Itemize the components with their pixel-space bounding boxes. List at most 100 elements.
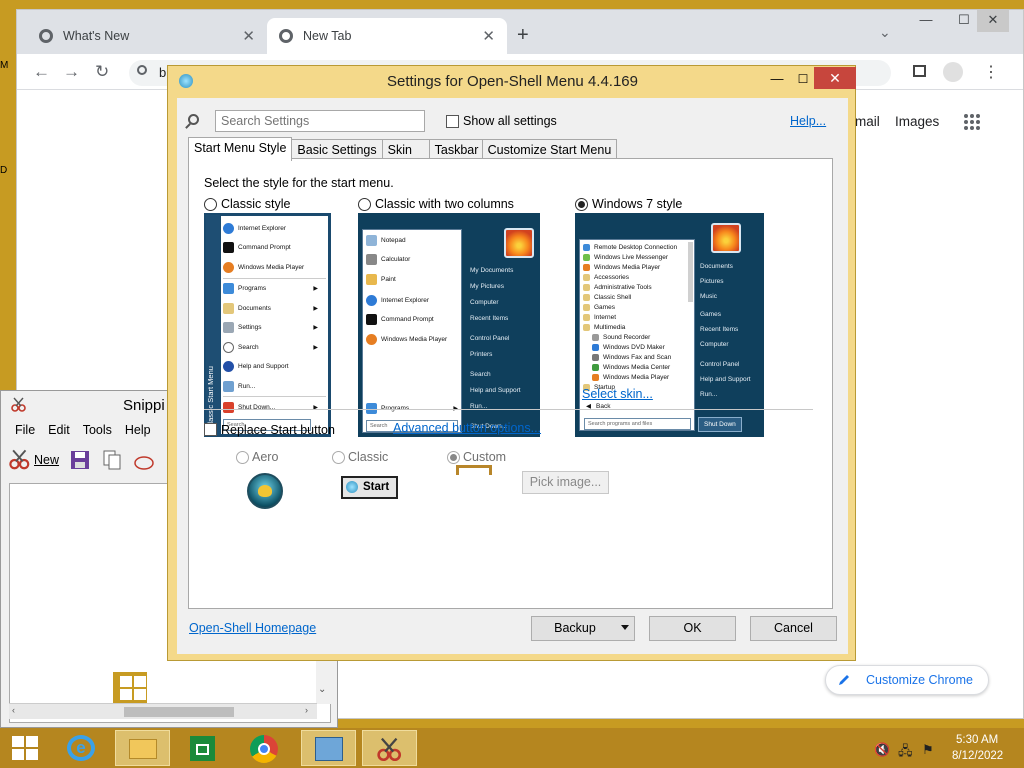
list-item: Internet	[583, 314, 616, 321]
search-icon	[188, 114, 199, 125]
forward-arrow-icon[interactable]: →	[63, 62, 80, 82]
two-col-left-list: Notepad Calculator Paint Internet Explor…	[362, 229, 462, 433]
chrome-minimize-button[interactable]: —	[909, 10, 943, 32]
menu-file[interactable]: File	[15, 423, 35, 437]
show-all-settings-checkbox[interactable]	[446, 115, 459, 128]
chrome-menu-icon[interactable]: ⋮	[983, 62, 999, 82]
tab-skin[interactable]: Skin	[381, 139, 430, 160]
taskbar: e 🔇 🖧 ⚑ 5:30 AM 8/12/2022	[0, 728, 1024, 768]
tab-taskbar[interactable]: Taskbar	[428, 139, 483, 160]
horizontal-scrollbar[interactable]: ‹ ›	[9, 703, 317, 719]
menu-tools[interactable]: Tools	[83, 423, 112, 437]
help-link[interactable]: Help...	[790, 114, 826, 128]
preview-scrollbar	[688, 242, 693, 302]
aero-start-orb-icon	[247, 473, 283, 509]
taskbar-snipping-tool[interactable]	[362, 730, 417, 766]
dialog-minimize-button[interactable]: —	[764, 68, 790, 90]
advanced-button-options-link[interactable]: Advanced button options...	[393, 421, 541, 435]
list-item: Calculator	[366, 254, 410, 265]
close-tab-icon[interactable]: ✕	[242, 27, 255, 45]
dialog-maximize-button[interactable]: ☐	[790, 68, 816, 90]
two-columns-label: Classic with two columns	[375, 197, 514, 211]
scroll-down-icon[interactable]: ⌄	[318, 684, 326, 695]
clock-date[interactable]: 8/12/2022	[952, 750, 1003, 762]
new-tab-plus-icon[interactable]: +	[517, 24, 529, 47]
taskbar-chrome[interactable]	[237, 730, 292, 766]
scroll-thumb[interactable]	[124, 707, 234, 717]
start-button-windows-icon[interactable]	[12, 736, 38, 760]
list-item: Run...	[700, 391, 718, 398]
action-center-icon[interactable]: ⚑	[922, 742, 934, 758]
list-item: Windows Live Messenger	[583, 254, 668, 261]
select-skin-link[interactable]: Select skin...	[582, 387, 653, 401]
close-tab-icon[interactable]: ✕	[482, 27, 495, 45]
new-snip-button[interactable]: New	[9, 449, 59, 471]
omnibox-search-icon	[137, 65, 147, 75]
taskbar-store[interactable]	[175, 730, 230, 766]
list-item: Notepad	[366, 235, 406, 246]
list-item: Help and Support	[700, 376, 751, 383]
menu-edit[interactable]: Edit	[48, 423, 70, 437]
backup-dropdown-caret-icon[interactable]	[621, 625, 629, 630]
tab-new-tab[interactable]: New Tab ✕	[267, 18, 507, 54]
chrome-close-button[interactable]: ✕	[977, 10, 1009, 32]
reload-icon[interactable]: ↻	[95, 62, 109, 82]
classic-button-radio[interactable]	[332, 451, 345, 464]
preview-shutdown-button: Shut Down	[698, 417, 742, 432]
dialog-close-button[interactable]: ✕	[814, 67, 856, 89]
pick-image-button[interactable]: Pick image...	[522, 471, 609, 494]
two-columns-preview[interactable]: Notepad Calculator Paint Internet Explor…	[358, 213, 540, 437]
profile-avatar-icon[interactable]	[943, 62, 963, 82]
windows7-style-preview[interactable]: Remote Desktop Connection Windows Live M…	[575, 213, 764, 437]
list-item: Help and Support	[470, 387, 521, 394]
open-shell-homepage-link[interactable]: Open-Shell Homepage	[189, 621, 316, 635]
tab-title: What's New	[63, 29, 130, 43]
ok-button[interactable]: OK	[649, 616, 736, 641]
classic-style-radio[interactable]	[204, 198, 217, 211]
two-columns-radio[interactable]	[358, 198, 371, 211]
save-icon[interactable]	[69, 449, 91, 471]
tab-whats-new[interactable]: What's New ✕	[27, 18, 267, 54]
list-item: Classic Shell	[583, 294, 631, 301]
classic-menu-list: Internet Explorer Command Prompt Windows…	[221, 216, 328, 434]
clock-time[interactable]: 5:30 AM	[956, 734, 998, 746]
taskbar-file-explorer[interactable]	[115, 730, 170, 766]
taskbar-open-shell-settings[interactable]	[301, 730, 356, 766]
tab-basic-settings[interactable]: Basic Settings	[291, 139, 383, 160]
network-icon[interactable]: 🖧	[898, 742, 913, 764]
replace-start-button-checkbox[interactable]	[204, 423, 217, 436]
back-arrow-icon[interactable]: ←	[33, 62, 50, 82]
list-item: Command Prompt	[223, 242, 291, 253]
google-apps-icon[interactable]	[964, 114, 980, 130]
list-item: Shut Down... ▶	[223, 402, 326, 413]
menu-help[interactable]: Help	[125, 423, 151, 437]
copy-icon[interactable]	[101, 449, 123, 471]
classic-style-label: Classic style	[221, 197, 291, 211]
images-link[interactable]: Images	[895, 114, 939, 129]
scroll-left-icon[interactable]: ‹	[12, 705, 15, 715]
custom-button-radio[interactable]	[447, 451, 460, 464]
classic-start-menu-bar: Classic Start Menu	[206, 215, 220, 435]
cancel-button[interactable]: Cancel	[750, 616, 837, 641]
backup-button[interactable]: Backup	[531, 616, 635, 641]
search-settings-input[interactable]	[215, 110, 425, 132]
classic-style-preview[interactable]: Classic Start Menu Internet Explorer Com…	[204, 213, 331, 437]
windows7-style-radio[interactable]	[575, 198, 588, 211]
list-item: Music	[700, 293, 717, 300]
tab-start-menu-style[interactable]: Start Menu Style	[188, 137, 293, 161]
side-panel-icon[interactable]	[913, 65, 926, 77]
dialog-client-area: Show all settings Help... Start Menu Sty…	[177, 98, 848, 654]
new-snip-scissors-icon	[9, 449, 30, 470]
taskbar-ie[interactable]: e	[55, 730, 110, 766]
scroll-right-icon[interactable]: ›	[305, 705, 308, 715]
list-item: My Documents	[470, 267, 514, 274]
address-text: b	[159, 65, 167, 80]
gmail-link[interactable]: mail	[855, 114, 880, 129]
list-item: Control Panel	[470, 335, 510, 342]
aero-radio[interactable]	[236, 451, 249, 464]
highlighter-icon[interactable]	[133, 449, 155, 471]
chrome-maximize-button[interactable]: ☐	[947, 10, 981, 32]
tab-search-chevron-icon[interactable]: ⌄	[879, 24, 891, 41]
volume-muted-icon[interactable]: 🔇	[874, 742, 890, 758]
tab-customize-start-menu[interactable]: Customize Start Menu	[481, 139, 618, 160]
